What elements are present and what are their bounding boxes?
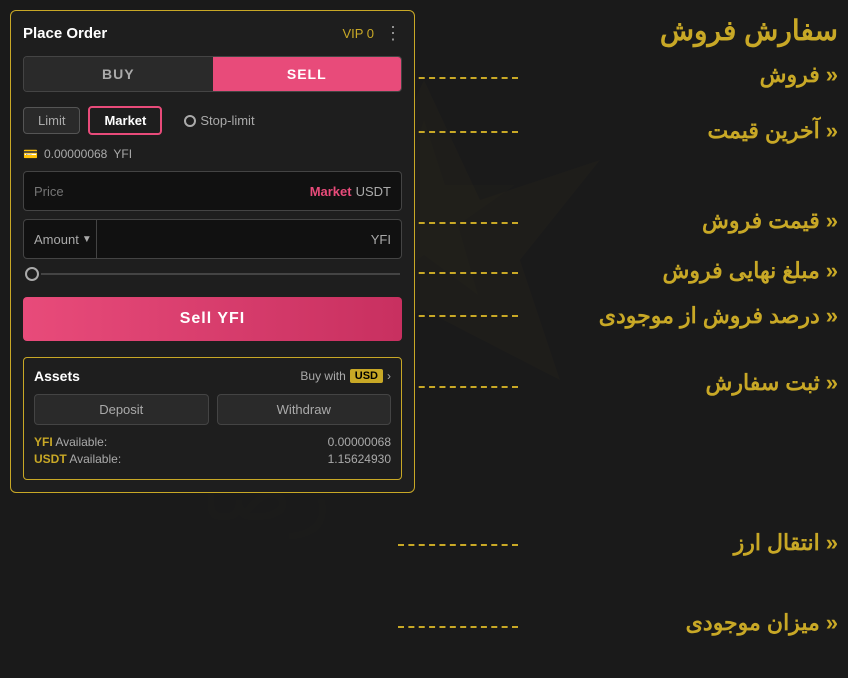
deposit-button[interactable]: Deposit (34, 394, 209, 425)
vip-label: VIP 0 (342, 26, 374, 41)
assets-section: Assets Buy with USD › Deposit Withdraw Y… (23, 357, 402, 480)
assets-header: Assets Buy with USD › (34, 368, 391, 384)
price-currency: USDT (356, 184, 391, 199)
annotation-sell-order-title: سفارش فروش (660, 14, 838, 47)
stop-limit-circle-icon (184, 115, 196, 127)
more-options-button[interactable]: ⋮ (384, 23, 402, 44)
annotation-sell: فروش » (760, 62, 838, 88)
limit-type-button[interactable]: Limit (23, 107, 80, 134)
yfi-balance-line: YFI Available: 0.00000068 (34, 435, 391, 449)
dashed-line-sell (398, 77, 518, 79)
sell-order-title-text: سفارش فروش (660, 15, 838, 46)
yfi-available-label: Available: (55, 435, 107, 449)
deposit-withdraw-row: Deposit Withdraw (34, 394, 391, 425)
buy-with-row[interactable]: Buy with USD › (300, 369, 391, 383)
order-side-tabs: BUY SELL (23, 56, 402, 92)
dashed-line-market (398, 131, 518, 133)
slider-handle[interactable] (25, 267, 39, 281)
market-tag: Market (310, 184, 352, 199)
annotation-balance-amount: میزان موجودی » (686, 610, 838, 636)
stop-limit-type-button[interactable]: Stop-limit (170, 108, 268, 133)
usdt-balance-line: USDT Available: 1.15624930 (34, 452, 391, 466)
amount-dropdown-button[interactable]: Amount ▼ (34, 232, 92, 247)
usdt-available-value: 1.15624930 (328, 452, 391, 466)
dashed-line-slider (398, 315, 518, 317)
yfi-available-value: 0.00000068 (328, 435, 391, 449)
amount-input[interactable] (96, 220, 367, 258)
balance-info: YFI Available: 0.00000068 USDT Available… (34, 435, 391, 466)
withdraw-button[interactable]: Withdraw (217, 394, 392, 425)
place-order-panel: Place Order VIP 0 ⋮ BUY SELL Limit Marke… (10, 10, 415, 493)
dashed-line-amount (398, 272, 518, 274)
dashed-line-balance (398, 626, 518, 628)
price-input[interactable] (34, 184, 310, 199)
amount-suffix: YFI (371, 232, 391, 247)
percentage-slider-row (23, 267, 402, 281)
buy-with-label: Buy with (300, 369, 345, 383)
buy-with-chevron-icon: › (387, 369, 391, 383)
dashed-line-transfer (398, 544, 518, 546)
sell-tab[interactable]: SELL (213, 57, 402, 91)
transfer-arrow-icon: » (826, 530, 838, 556)
annotation-transfer: انتقال ارز » (734, 530, 838, 556)
annotation-sell-amount: مبلغ نهایی فروش » (663, 258, 838, 284)
sell-percent-arrow-icon: » (826, 303, 838, 329)
yfi-token-label: YFI (34, 435, 53, 449)
balance-token: YFI (113, 147, 132, 161)
annotation-last-price: آخرین قیمت » (707, 118, 838, 144)
sell-price-arrow-icon: » (826, 208, 838, 234)
card-icon: 💳 (23, 147, 38, 161)
panel-title: Place Order (23, 25, 107, 42)
sell-amount-annotation-text: مبلغ نهایی فروش (663, 258, 820, 284)
annotation-sell-percent: درصد فروش از موجودی » (599, 303, 838, 329)
last-price-annotation-text: آخرین قیمت (707, 118, 819, 144)
amount-dropdown-icon: ▼ (82, 234, 92, 245)
market-type-button[interactable]: Market (88, 106, 162, 135)
last-price-arrow-icon: » (826, 118, 838, 144)
sell-annotation-text: فروش (760, 62, 820, 88)
submit-order-arrow-icon: » (826, 370, 838, 396)
balance-value: 0.00000068 (44, 147, 107, 161)
stop-limit-label: Stop-limit (200, 113, 254, 128)
buy-with-currency-badge: USD (350, 369, 383, 383)
annotation-sell-price: قیمت فروش » (702, 208, 838, 234)
balance-amount-arrow-icon: » (826, 610, 838, 636)
slider-track[interactable] (41, 273, 400, 275)
usdt-available-label: Available: (69, 452, 121, 466)
order-type-row: Limit Market Stop-limit (23, 106, 402, 135)
sell-percent-annotation-text: درصد فروش از موجودی (599, 303, 820, 329)
sell-price-annotation-text: قیمت فروش (702, 208, 820, 234)
usdt-token-label: USDT (34, 452, 67, 466)
sell-arrow-icon: » (826, 62, 838, 88)
annotation-submit-order: ثبت سفارش » (706, 370, 838, 396)
balance-amount-annotation-text: میزان موجودی (686, 610, 820, 636)
amount-input-group: Amount ▼ YFI (23, 219, 402, 259)
panel-header: Place Order VIP 0 ⋮ (23, 23, 402, 44)
buy-tab[interactable]: BUY (24, 57, 213, 91)
assets-title: Assets (34, 368, 80, 384)
balance-row: 💳 0.00000068 YFI (23, 147, 402, 161)
transfer-annotation-text: انتقال ارز (734, 530, 820, 556)
price-suffix: Market USDT (310, 184, 391, 199)
price-input-group: Market USDT (23, 171, 402, 211)
dashed-line-price (398, 222, 518, 224)
sell-amount-arrow-icon: » (826, 258, 838, 284)
submit-order-annotation-text: ثبت سفارش (706, 370, 820, 396)
amount-label-text: Amount (34, 232, 79, 247)
sell-submit-button[interactable]: Sell YFI (23, 297, 402, 341)
dashed-line-sell-btn (398, 386, 518, 388)
